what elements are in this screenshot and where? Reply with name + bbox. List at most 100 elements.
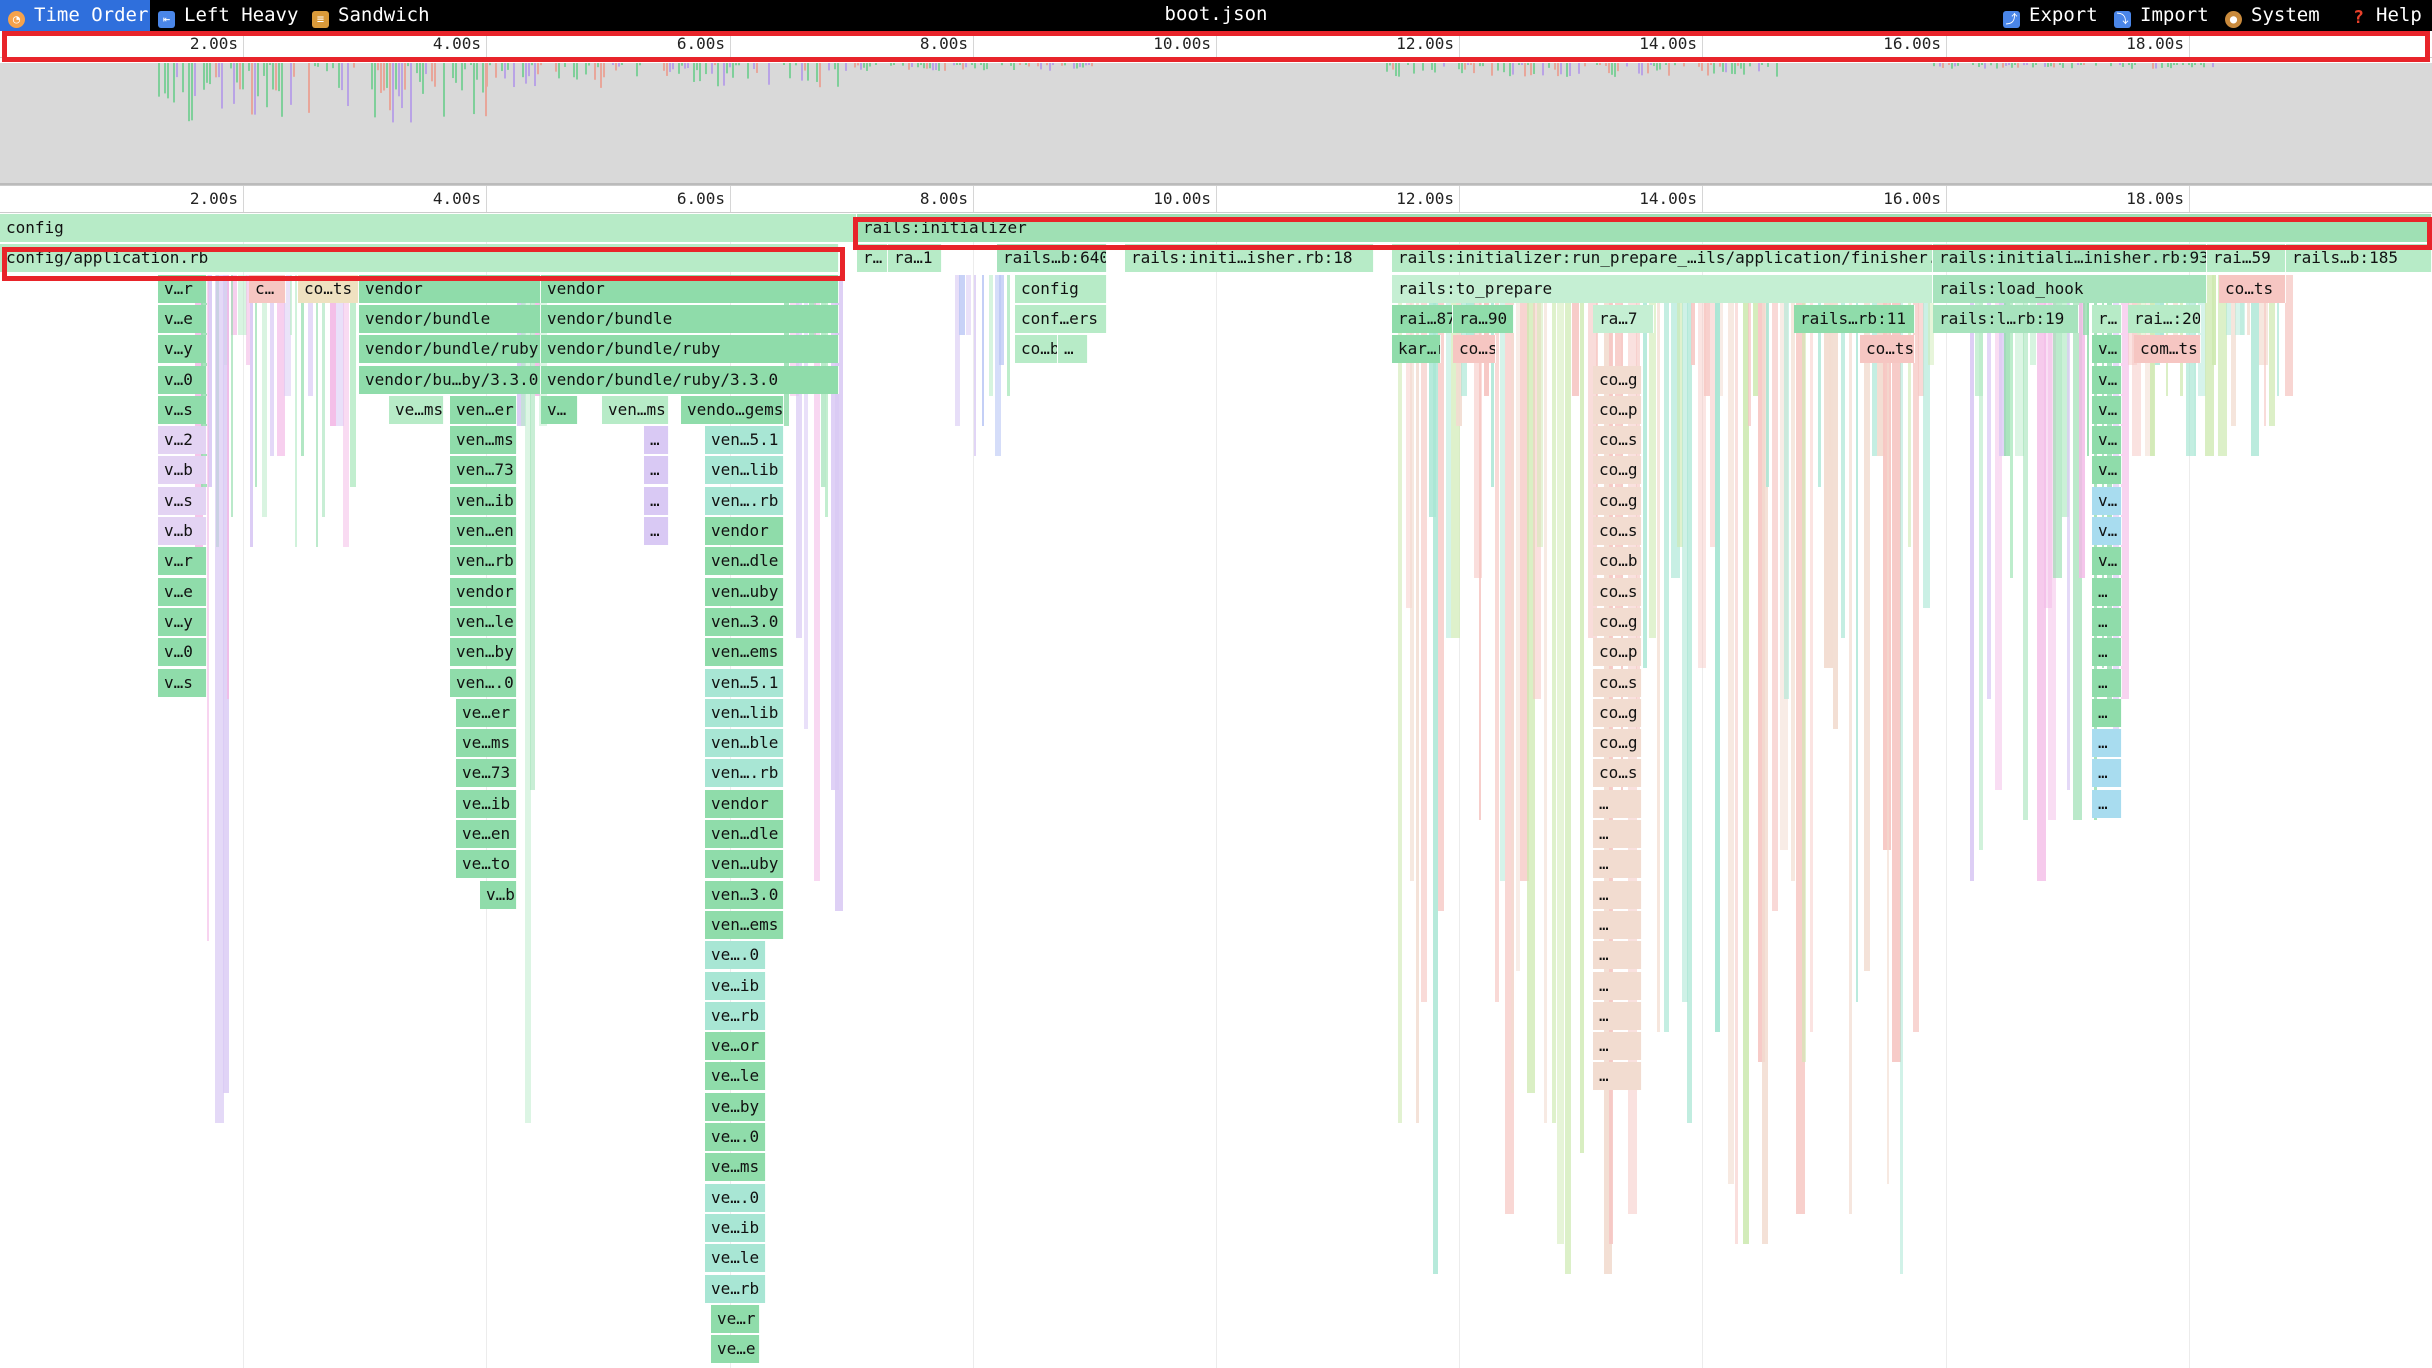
flame-frame[interactable]: ven…73 — [450, 456, 517, 484]
flame-frame[interactable]: r… — [2092, 305, 2122, 333]
flame-slice[interactable] — [1007, 274, 1010, 396]
flame-frame[interactable]: ve…le — [705, 1062, 766, 1090]
flame-frame[interactable]: config — [1015, 275, 1107, 303]
flame-frame[interactable]: ven…er — [450, 396, 517, 424]
flame-frame[interactable]: v…y — [158, 335, 207, 363]
flame-frame[interactable]: config — [0, 214, 857, 242]
flame-slice[interactable] — [1856, 274, 1858, 1002]
flame-frame[interactable]: co…b — [1015, 335, 1058, 363]
flame-slice[interactable] — [974, 274, 976, 457]
flame-frame[interactable]: ven…5.1 — [705, 426, 784, 454]
flame-frame[interactable]: vendor/bundle — [359, 305, 541, 333]
flame-frame[interactable]: v… — [2092, 547, 2122, 575]
flame-slice[interactable] — [1766, 274, 1769, 487]
flame-frame[interactable]: ven…ib — [450, 487, 517, 515]
flame-frame[interactable]: ra…7 — [1593, 305, 1654, 333]
flame-frame[interactable]: co…p — [1593, 638, 1642, 666]
flame-frame[interactable]: … — [2092, 790, 2122, 818]
flame-frame[interactable]: … — [1058, 335, 1088, 363]
flame-frame[interactable]: vendor — [541, 275, 839, 303]
flame-frame[interactable]: ve…ms — [389, 396, 444, 424]
flame-frame[interactable]: ve…ms — [705, 1153, 766, 1181]
flame-frame[interactable]: ven….rb — [705, 487, 784, 515]
flame-frame[interactable]: ven…lib — [705, 456, 784, 484]
flame-frame[interactable]: ven…uby — [705, 578, 784, 606]
flame-frame[interactable]: co…p — [1593, 396, 1642, 424]
flame-slice[interactable] — [1970, 274, 1974, 881]
flame-frame[interactable]: ven…ems — [705, 911, 784, 939]
flame-frame[interactable]: … — [644, 517, 669, 545]
flame-frame[interactable]: v…b — [158, 456, 207, 484]
flame-frame[interactable]: c… — [249, 275, 286, 303]
flame-frame[interactable]: ven…lib — [705, 699, 784, 727]
flame-frame[interactable]: vendor/bundle — [541, 305, 839, 333]
flame-slice[interactable] — [959, 274, 965, 336]
flame-slice[interactable] — [999, 274, 1004, 366]
flame-frame[interactable]: ve….0 — [705, 941, 766, 969]
flame-frame[interactable]: ven…3.0 — [705, 881, 784, 909]
flame-frame[interactable]: co…g — [1593, 729, 1642, 757]
flame-frame[interactable]: vendor — [450, 578, 517, 606]
flame-frame[interactable]: com…ts — [2134, 335, 2201, 363]
flame-frame[interactable]: rails:initiali…inisher.rb:93 — [1933, 244, 2207, 272]
flame-frame[interactable]: ven…en — [450, 517, 517, 545]
flame-frame[interactable]: ven…3.0 — [705, 608, 784, 636]
flame-frame[interactable]: rails…b:185 — [2286, 244, 2432, 272]
flame-frame[interactable]: r… — [857, 244, 888, 272]
flame-slice[interactable] — [2067, 274, 2070, 790]
flame-frame[interactable]: vendor — [705, 790, 784, 818]
flame-frame[interactable]: v…e — [158, 578, 207, 606]
flame-graph[interactable]: config rails:initializer config/applicatio… — [0, 214, 2432, 1368]
flame-frame[interactable]: co…ts — [2219, 275, 2286, 303]
flame-slice[interactable] — [1810, 274, 1813, 1033]
left-heavy-button[interactable]: ⇤ Left Heavy — [158, 0, 298, 31]
flame-frame[interactable]: co…s — [1593, 426, 1642, 454]
flame-slice[interactable] — [1900, 274, 1903, 1275]
flame-slice[interactable] — [1580, 274, 1584, 1154]
flame-slice[interactable] — [255, 274, 257, 487]
flame-slice[interactable] — [982, 274, 984, 427]
flame-frame[interactable]: … — [1593, 1062, 1642, 1090]
flame-frame[interactable]: ve…ib — [705, 1214, 766, 1242]
flame-slice[interactable] — [1537, 274, 1543, 548]
flame-frame[interactable]: v…s — [158, 669, 207, 697]
import-button[interactable]: ⤵ Import — [2114, 0, 2209, 31]
flame-slice[interactable] — [350, 274, 356, 487]
flame-frame[interactable]: vendor/bundle/ruby/3.3.0 — [541, 366, 839, 394]
flame-slice[interactable] — [1864, 274, 1870, 972]
flame-frame[interactable]: v… — [2092, 456, 2122, 484]
flame-frame[interactable]: co…b — [1593, 547, 1642, 575]
flame-frame[interactable]: co…g — [1593, 487, 1642, 515]
flame-frame[interactable]: co…g — [1593, 456, 1642, 484]
flame-frame[interactable]: rails:load_hook — [1933, 275, 2207, 303]
flame-frame[interactable]: v…b — [158, 517, 207, 545]
flame-frame[interactable]: v…2 — [158, 426, 207, 454]
flame-frame[interactable]: ve…by — [705, 1093, 766, 1121]
flame-slice[interactable] — [1802, 274, 1806, 1063]
flame-frame[interactable]: ve…ib — [705, 972, 766, 1000]
flame-frame[interactable]: co…s — [1593, 517, 1642, 545]
flame-slice[interactable] — [1887, 274, 1889, 1184]
flame-frame[interactable]: ve…rb — [705, 1002, 766, 1030]
flame-slice[interactable] — [1544, 274, 1547, 1123]
flame-frame[interactable]: … — [2092, 729, 2122, 757]
flame-frame[interactable]: co…ts — [1860, 335, 1915, 363]
flame-slice[interactable] — [250, 274, 253, 548]
flame-frame[interactable]: co…g — [1593, 608, 1642, 636]
flame-slice[interactable] — [1410, 274, 1414, 881]
flame-slice[interactable] — [1552, 274, 1556, 1123]
system-theme-button[interactable]: ● System — [2225, 0, 2320, 31]
flame-frame[interactable]: co…s — [1593, 669, 1642, 697]
help-button[interactable]: ? Help — [2350, 0, 2422, 31]
flame-frame[interactable]: v…r — [158, 547, 207, 575]
flame-frame[interactable]: vendor — [705, 517, 784, 545]
flame-frame[interactable]: rails:initializer — [857, 214, 2432, 242]
flame-frame[interactable]: v…r — [158, 275, 207, 303]
flame-frame[interactable]: ven…dle — [705, 820, 784, 848]
flame-frame[interactable]: v… — [2092, 517, 2122, 545]
flame-frame[interactable]: v…y — [158, 608, 207, 636]
flame-frame[interactable]: … — [1593, 881, 1642, 909]
flame-frame[interactable]: ve…rb — [705, 1275, 766, 1303]
flame-frame[interactable]: … — [2092, 638, 2122, 666]
flame-frame[interactable]: ven…uby — [705, 850, 784, 878]
